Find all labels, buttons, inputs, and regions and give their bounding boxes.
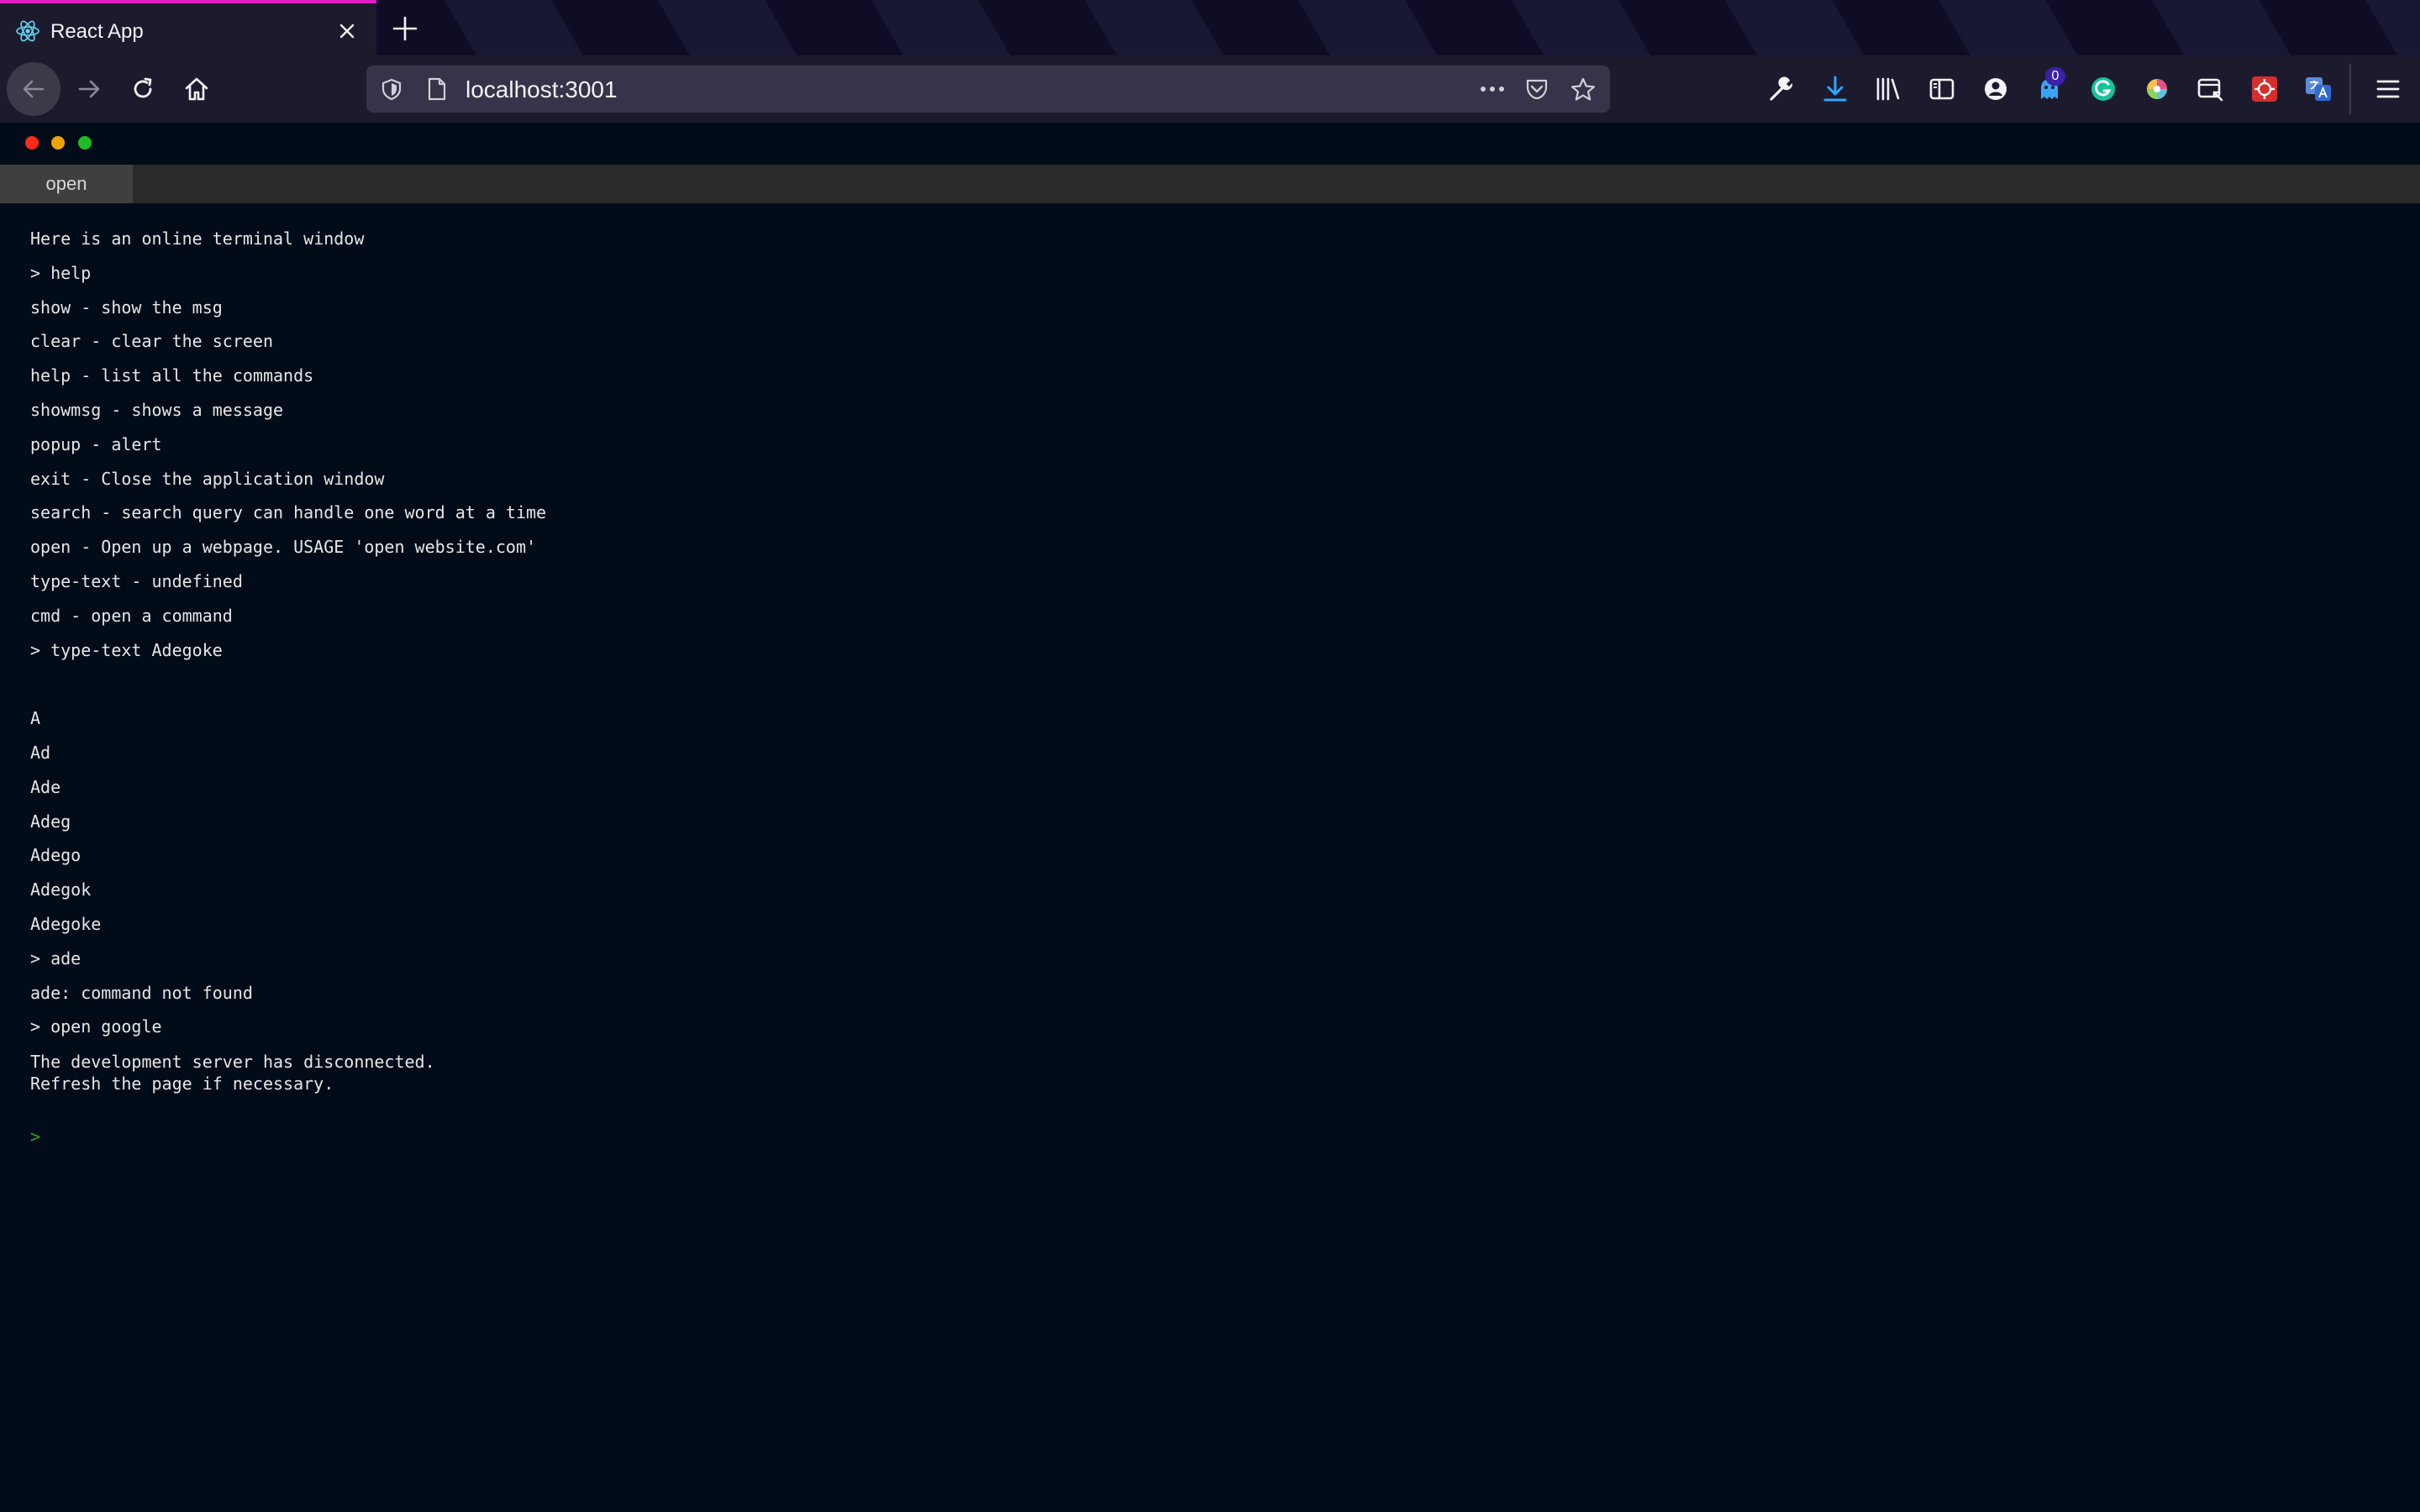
terminal-output-line: Adeg bbox=[30, 811, 71, 832]
address-bar[interactable]: localhost:3001 bbox=[366, 66, 1610, 113]
terminal-output-line: popup - alert bbox=[30, 433, 162, 454]
wrench-icon[interactable] bbox=[1766, 74, 1797, 104]
terminal-command-line: > type-text Adegoke bbox=[30, 639, 223, 660]
navigation-toolbar: localhost:3001 0 bbox=[0, 55, 2420, 123]
url-text: localhost:3001 bbox=[466, 76, 618, 102]
react-icon bbox=[15, 18, 40, 44]
terminal-output-line: Adegoke bbox=[30, 913, 102, 934]
terminal-command-line: > help bbox=[30, 262, 92, 283]
screenshot-icon[interactable] bbox=[2196, 74, 2226, 104]
arrow-left-icon bbox=[23, 80, 45, 98]
terminal-output-line: cmd - open a command bbox=[30, 605, 233, 626]
terminal-output-line: Ade bbox=[30, 776, 61, 797]
color-picker-icon[interactable] bbox=[2142, 74, 2172, 104]
sidebar-icon[interactable] bbox=[1927, 74, 1957, 104]
page-info-icon[interactable] bbox=[425, 76, 449, 106]
reload-icon bbox=[134, 77, 152, 98]
disconnect-line-2: Refresh the page if necessary. bbox=[30, 1074, 334, 1095]
terminal-command-line: > ade bbox=[30, 948, 82, 969]
tab-strip-background bbox=[370, 0, 2420, 55]
terminal-output-line: Ad bbox=[30, 742, 51, 763]
home-button[interactable] bbox=[170, 62, 224, 116]
terminal-output-line: A bbox=[30, 708, 41, 729]
terminal-tab-bar: open bbox=[0, 165, 2420, 203]
pocket-icon[interactable] bbox=[1524, 77, 1549, 105]
translate-icon[interactable] bbox=[2303, 74, 2333, 104]
maximize-window-dot[interactable] bbox=[78, 136, 92, 150]
terminal-output-line: type-text - undefined bbox=[30, 570, 243, 591]
library-icon[interactable] bbox=[1873, 74, 1903, 104]
page-content: open Here is an online terminal window > … bbox=[0, 123, 2420, 1512]
minimize-window-dot[interactable] bbox=[51, 136, 65, 150]
terminal-tab-open[interactable]: open bbox=[0, 165, 133, 203]
more-actions-icon[interactable] bbox=[1477, 77, 1507, 105]
terminal-output-line: Adegok bbox=[30, 879, 92, 900]
browser-tab-strip: React App bbox=[0, 0, 2420, 55]
terminal-output-line: Here is an online terminal window bbox=[30, 228, 365, 249]
close-window-dot[interactable] bbox=[25, 136, 39, 150]
shield-icon[interactable] bbox=[380, 77, 403, 105]
toolbar-divider bbox=[2349, 64, 2351, 114]
forward-button[interactable] bbox=[62, 62, 116, 116]
terminal-output-line: exit - Close the application window bbox=[30, 468, 385, 489]
terminal-output-line: help - list all the commands bbox=[30, 365, 314, 386]
close-icon[interactable] bbox=[334, 18, 360, 44]
terminal-output-line: clear - clear the screen bbox=[30, 331, 273, 352]
disconnect-line-1: The development server has disconnected. bbox=[30, 1052, 435, 1073]
terminal-output-line: show - show the msg bbox=[30, 297, 223, 318]
reload-button[interactable] bbox=[116, 62, 170, 116]
new-tab-plus-icon[interactable] bbox=[390, 13, 420, 44]
prompt-symbol: > bbox=[30, 1126, 41, 1147]
grammarly-icon[interactable] bbox=[2088, 74, 2118, 104]
terminal-output: Here is an online terminal window > help s… bbox=[30, 222, 2383, 1153]
terminal-command-line: > open google bbox=[30, 1016, 162, 1037]
terminal-window-bar bbox=[0, 123, 2420, 165]
disconnect-message: The development server has disconnected.… bbox=[30, 1044, 2383, 1095]
terminal-output-line: search - search query can handle one wor… bbox=[30, 502, 547, 523]
hamburger-menu-icon[interactable] bbox=[2373, 74, 2403, 104]
account-icon[interactable] bbox=[1981, 74, 2011, 104]
terminal-output-line: Adego bbox=[30, 845, 82, 866]
arrow-right-icon bbox=[78, 80, 100, 98]
bookmark-star-icon[interactable] bbox=[1570, 76, 1597, 108]
terminal-output-line: showmsg - shows a message bbox=[30, 399, 284, 420]
command-prompt[interactable]: > bbox=[30, 1120, 2383, 1153]
back-button[interactable] bbox=[7, 62, 60, 116]
tab-title: React App bbox=[50, 20, 144, 43]
extension-red-icon[interactable] bbox=[2249, 74, 2280, 104]
terminal-output-line: ade: command not found bbox=[30, 982, 253, 1003]
browser-tab-react-app[interactable]: React App bbox=[0, 0, 376, 55]
notification-badge: 0 bbox=[2045, 67, 2065, 86]
terminal-output-line: open - Open up a webpage. USAGE 'open we… bbox=[30, 537, 537, 558]
home-icon bbox=[185, 77, 208, 101]
download-icon[interactable] bbox=[1820, 74, 1850, 104]
terminal-lines: Here is an online terminal window > help s… bbox=[30, 222, 2383, 1044]
